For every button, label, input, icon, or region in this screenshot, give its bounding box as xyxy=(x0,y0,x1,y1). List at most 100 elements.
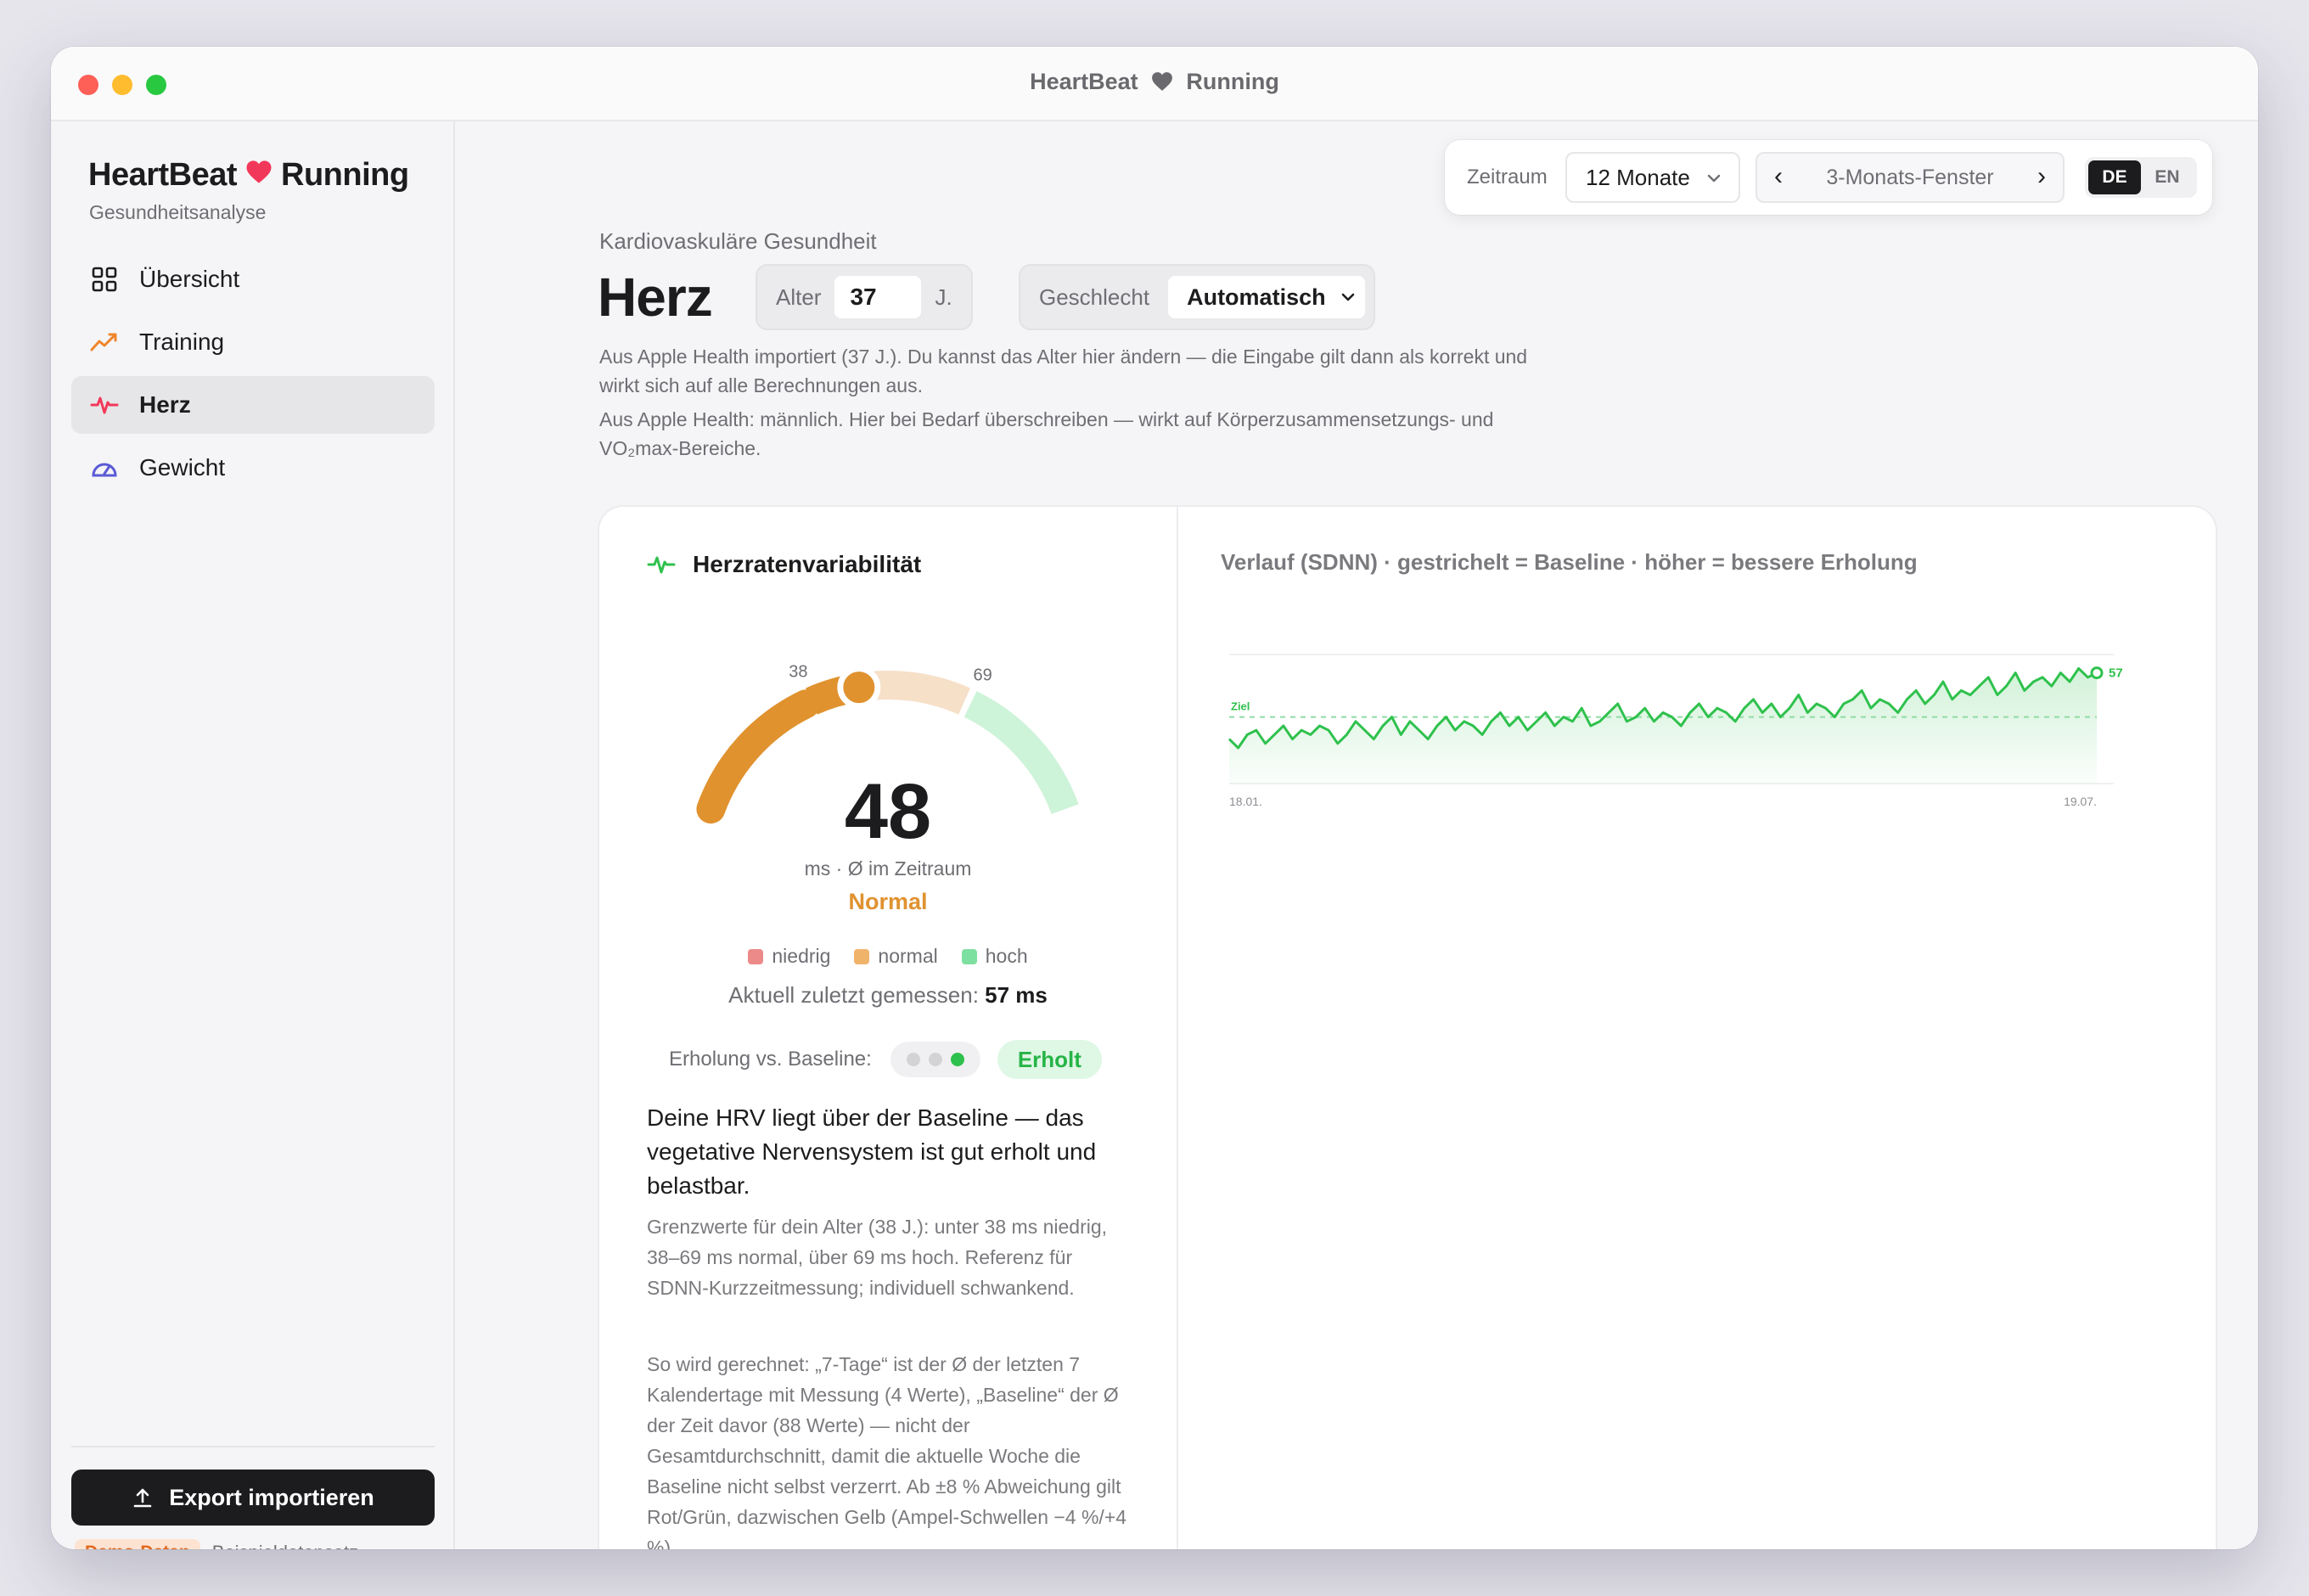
legend-item-normal: normal xyxy=(854,945,938,968)
lang-en-button[interactable]: EN xyxy=(2141,160,2194,194)
sidebar-item-label: Gewicht xyxy=(139,454,226,480)
x-end-label: 19.07. xyxy=(2064,795,2097,808)
window-title-right: Running xyxy=(1186,69,1279,94)
hrv-unit: ms · Ø im Zeitraum xyxy=(805,857,972,879)
language-switch: DE EN xyxy=(2085,157,2197,198)
indicator-dot-red xyxy=(906,1053,920,1066)
gauge-arc-high xyxy=(963,691,1079,815)
last-value-label: 57 xyxy=(2109,666,2123,681)
app-window: HeartBeat Running HeartBeat Running Gesun… xyxy=(51,47,2258,1549)
brand-left: HeartBeat xyxy=(88,157,238,193)
legend-swatch xyxy=(854,948,870,964)
x-start-label: 18.01. xyxy=(1229,795,1262,808)
legend-item-high: hoch xyxy=(961,945,1028,968)
sidebar-item-label: Training xyxy=(139,329,225,355)
main-content: Zeitraum 12 Monate ‹ 3-Monats-Fenster › … xyxy=(457,121,2258,1549)
latest-label: Aktuell zuletzt gemessen: xyxy=(728,982,979,1008)
traffic-light-indicator xyxy=(890,1042,980,1077)
target-label: Ziel xyxy=(1231,700,1250,713)
window-label: 3-Monats-Fenster xyxy=(1826,165,1994,189)
sidebar-item-label: Übersicht xyxy=(139,266,240,292)
legend-label: hoch xyxy=(985,945,1028,967)
sex-field: Geschlecht Automatisch xyxy=(1019,264,1375,330)
chevron-down-icon xyxy=(1341,293,1355,301)
chevron-down-icon xyxy=(1707,174,1721,183)
brand: HeartBeat Running xyxy=(88,157,409,194)
page-kicker: Kardiovaskuläre Gesundheit xyxy=(599,228,877,254)
gauge-arc-filled-low xyxy=(696,689,820,824)
window-title-left: HeartBeat xyxy=(1030,69,1138,94)
age-field: Alter 37 J. xyxy=(756,264,973,330)
gauge-threshold-high-label: 69 xyxy=(973,666,992,685)
sidebar: HeartBeat Running Gesundheitsanalyse Über… xyxy=(51,121,455,1549)
method-note: So wird gerechnet: „7-Tage“ ist der Ø de… xyxy=(647,1353,1127,1549)
hrv-trend-chart: Ziel 57 18.01. 19.07. xyxy=(1228,654,2123,808)
sex-label: Geschlecht xyxy=(1039,284,1150,310)
range-label: Zeitraum xyxy=(1467,166,1548,188)
sex-value: Automatisch xyxy=(1187,284,1326,310)
lang-de-button[interactable]: DE xyxy=(2088,160,2141,194)
title-bar: HeartBeat Running xyxy=(51,47,2258,121)
recovery-label: Erholung vs. Baseline: xyxy=(669,1048,872,1071)
latest-measurement: Aktuell zuletzt gemessen: 57 ms xyxy=(599,982,1177,1009)
chart-caption: Verlauf (SDNN) · gestrichelt = Baseline … xyxy=(1221,549,1918,575)
gauge-threshold-low-label: 38 xyxy=(789,663,807,682)
age-label: Alter xyxy=(776,284,822,310)
hrv-gauge: 38 69 48ms · Ø im Zeitraum Normal xyxy=(696,663,1079,914)
age-unit: J. xyxy=(935,284,952,310)
pulse-icon xyxy=(647,556,676,574)
indicator-dot-yellow xyxy=(928,1053,942,1066)
sex-help-text: Aus Apple Health: männlich. Hier bei Bed… xyxy=(599,408,1494,459)
hrv-status: Normal xyxy=(848,889,927,914)
indicator-dot-green xyxy=(950,1053,964,1066)
sidebar-item-label: Herz xyxy=(139,391,191,418)
brand-subtitle: Gesundheitsanalyse xyxy=(89,201,267,223)
hrv-value: 48 xyxy=(845,768,931,855)
hrv-title: Herzratenvariabilität xyxy=(693,551,922,577)
recovery-row: Erholung vs. Baseline: Erholt xyxy=(669,1040,1102,1079)
hrv-card: Herzratenvariabilität 38 69 48 ms · Ø im Ze… xyxy=(599,507,2216,1549)
window-title: HeartBeat Running xyxy=(51,69,2258,95)
demo-data-row: Demo-Daten Beispieldatensatz xyxy=(75,1539,358,1549)
latest-value: 57 ms xyxy=(985,982,1048,1008)
sidebar-item-gewicht[interactable]: Gewicht xyxy=(71,439,435,497)
range-value: 12 Monate xyxy=(1586,164,1690,190)
prev-window-button[interactable]: ‹ xyxy=(1774,162,1783,191)
legend-item-low: niedrig xyxy=(748,945,830,968)
sidebar-divider xyxy=(71,1446,435,1447)
legend-label: normal xyxy=(878,945,938,967)
hrv-verdict: Deine HRV liegt über der Baseline — das … xyxy=(647,1104,1097,1199)
legend-label: niedrig xyxy=(772,945,831,967)
next-window-button[interactable]: › xyxy=(2037,162,2046,191)
legend-swatch xyxy=(961,948,977,964)
toolbar: Zeitraum 12 Monate ‹ 3-Monats-Fenster › … xyxy=(1445,140,2212,215)
export-import-button[interactable]: Export importieren xyxy=(71,1470,435,1526)
sidebar-item-uebersicht[interactable]: Übersicht xyxy=(71,250,435,308)
scale-icon xyxy=(90,453,119,482)
page-title: Herz xyxy=(598,267,713,328)
trend-icon xyxy=(90,328,119,357)
range-select[interactable]: 12 Monate xyxy=(1565,152,1740,203)
brand-right: Running xyxy=(281,157,409,193)
legend-swatch xyxy=(748,948,764,964)
grid-icon xyxy=(90,265,119,294)
demo-badge: Demo-Daten xyxy=(75,1539,200,1549)
demo-text: Beispieldatensatz xyxy=(212,1542,358,1549)
window-stepper: ‹ 3-Monats-Fenster › xyxy=(1756,152,2065,203)
gauge-marker xyxy=(837,666,881,710)
card-divider xyxy=(1177,507,1178,1549)
age-input[interactable]: 37 xyxy=(834,276,922,318)
sidebar-nav: Übersicht Training Herz Gewicht xyxy=(71,250,435,502)
recovery-status-badge: Erholt xyxy=(997,1040,1102,1079)
heart-icon xyxy=(1151,69,1179,94)
sidebar-item-herz[interactable]: Herz xyxy=(71,376,435,434)
pulse-icon xyxy=(90,391,119,419)
hrv-card-header: Herzratenvariabilität xyxy=(647,551,921,578)
heart-icon xyxy=(245,157,272,193)
last-point xyxy=(2090,666,2104,680)
threshold-note: Grenzwerte für dein Alter (38 J.): unter… xyxy=(647,1216,1108,1299)
sex-select[interactable]: Automatisch xyxy=(1168,276,1366,318)
age-help-text: Aus Apple Health importiert (37 J.). Du … xyxy=(599,346,1528,396)
gauge-legend: niedrig normal hoch xyxy=(599,945,1177,968)
sidebar-item-training[interactable]: Training xyxy=(71,313,435,371)
